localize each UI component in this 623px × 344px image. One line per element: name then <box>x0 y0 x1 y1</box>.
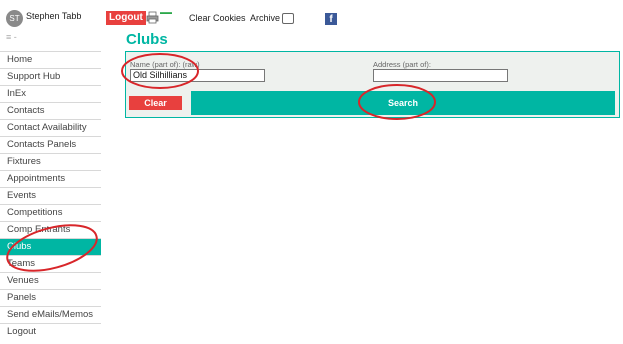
name-search-input[interactable]: Old Silhillians <box>130 69 265 82</box>
sidebar-item-contacts-panels[interactable]: Contacts Panels <box>0 136 101 153</box>
sidebar-item-venues[interactable]: Venues <box>0 272 101 289</box>
top-bar: ST Stephen Tabb Logout ▬▬ Clear Cookies … <box>0 0 623 30</box>
avatar[interactable]: ST <box>6 10 23 27</box>
sidebar-item-events[interactable]: Events <box>0 187 101 204</box>
sidebar-item-appointments[interactable]: Appointments <box>0 170 101 187</box>
archive-checkbox[interactable] <box>282 13 294 24</box>
sidebar-item-teams[interactable]: Teams <box>0 255 101 272</box>
sidebar-item-panels[interactable]: Panels <box>0 289 101 306</box>
sidebar-item-contacts[interactable]: Contacts <box>0 102 101 119</box>
clear-cookies-link[interactable]: Clear Cookies <box>189 13 246 23</box>
page-title: Clubs <box>126 31 168 48</box>
sidebar-item-fixtures[interactable]: Fixtures <box>0 153 101 170</box>
facebook-icon[interactable]: f <box>325 13 337 25</box>
sidebar-item-send-emails-memos[interactable]: Send eMails/Memos <box>0 306 101 323</box>
sidebar-nav: Home Support Hub InEx Contacts Contact A… <box>0 51 101 340</box>
print-badge-icon: ▬▬ <box>160 10 172 16</box>
username: Stephen Tabb <box>26 11 82 21</box>
address-search-input[interactable] <box>373 69 508 82</box>
search-panel: Name (part of): (raw) Old Silhillians Ad… <box>125 51 620 118</box>
name-field-label: Name (part of): (raw) <box>130 60 200 69</box>
sidebar-item-competitions[interactable]: Competitions <box>0 204 101 221</box>
search-button[interactable]: Search <box>191 91 615 115</box>
archive-label: Archive <box>250 13 281 23</box>
sidebar-item-comp-entrants[interactable]: Comp Entrants <box>0 221 101 238</box>
logout-button[interactable]: Logout <box>106 11 146 25</box>
address-field-label: Address (part of): <box>373 60 431 69</box>
sidebar-item-logout[interactable]: Logout <box>0 323 101 340</box>
sidebar-item-clubs[interactable]: Clubs <box>0 238 101 255</box>
printer-icon[interactable] <box>146 11 159 24</box>
clear-button[interactable]: Clear <box>129 96 182 110</box>
sidebar-item-support-hub[interactable]: Support Hub <box>0 68 101 85</box>
sidebar-item-inex[interactable]: InEx <box>0 85 101 102</box>
sidebar-item-home[interactable]: Home <box>0 51 101 68</box>
hamburger-menu-icon[interactable]: ≡ - <box>6 32 17 42</box>
sidebar-item-contact-availability[interactable]: Contact Availability <box>0 119 101 136</box>
